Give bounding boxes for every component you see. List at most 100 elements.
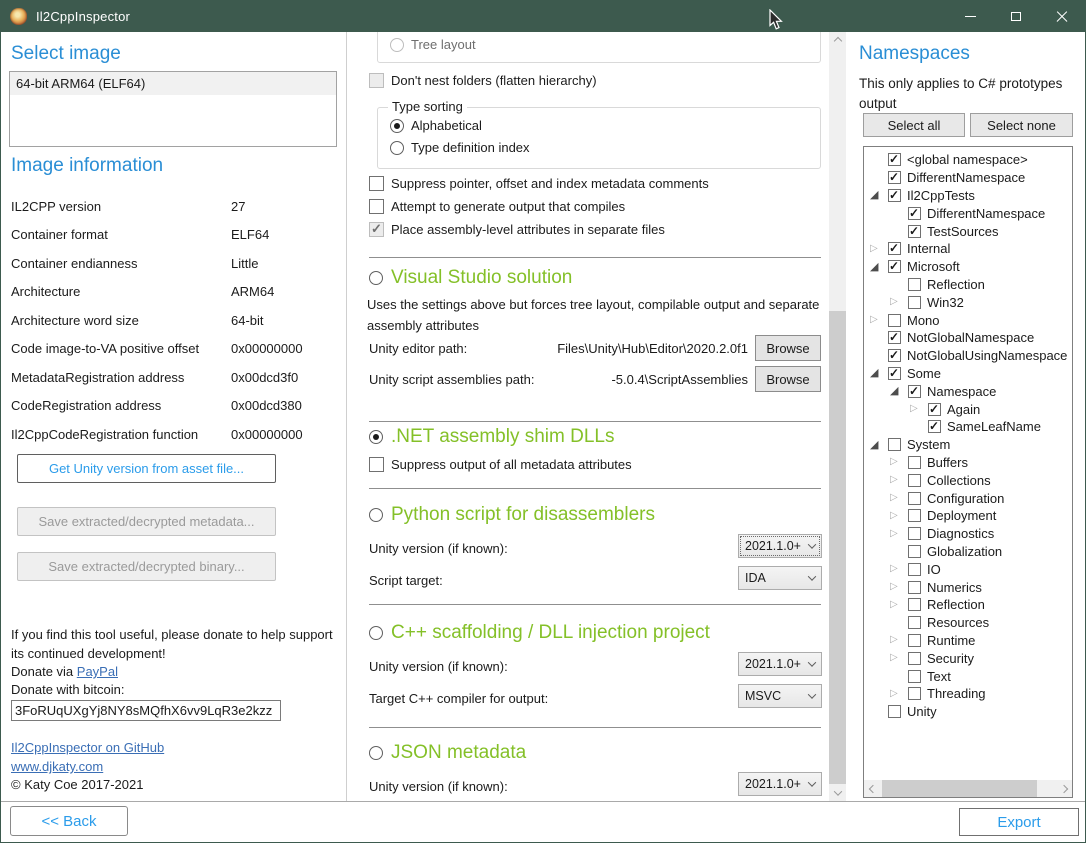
- suppress-comments-option[interactable]: Suppress pointer, offset and index metad…: [369, 176, 709, 191]
- namespace-checkbox[interactable]: [908, 225, 921, 238]
- vs-solution-option[interactable]: Visual Studio solution: [369, 267, 572, 289]
- flatten-checkbox[interactable]: [369, 73, 384, 88]
- cpp-compiler-combobox[interactable]: MSVC: [738, 684, 822, 708]
- separate-attributes-checkbox[interactable]: [369, 222, 384, 237]
- json-metadata-radio[interactable]: [369, 746, 383, 760]
- tree-item[interactable]: ▷Reflection: [864, 596, 1072, 614]
- save-metadata-button[interactable]: Save extracted/decrypted metadata...: [17, 507, 276, 536]
- namespace-checkbox[interactable]: [888, 367, 901, 380]
- image-list-item[interactable]: 64-bit ARM64 (ELF64): [10, 72, 336, 95]
- scroll-down-arrow[interactable]: [829, 784, 846, 801]
- type-def-index-radio[interactable]: [390, 141, 404, 155]
- tree-item[interactable]: TestSources: [864, 222, 1072, 240]
- namespace-checkbox[interactable]: [888, 260, 901, 273]
- tree-item[interactable]: ▷Security: [864, 649, 1072, 667]
- namespace-checkbox[interactable]: [908, 509, 921, 522]
- namespace-checkbox[interactable]: [888, 349, 901, 362]
- tree-item[interactable]: ▷Threading: [864, 685, 1072, 703]
- json-metadata-option[interactable]: JSON metadata: [369, 742, 526, 764]
- tree-item[interactable]: ▷Diagnostics: [864, 525, 1072, 543]
- script-assemblies-path-value[interactable]: -5.0.4\ScriptAssemblies: [559, 372, 755, 387]
- tree-item[interactable]: Globalization: [864, 543, 1072, 561]
- namespace-checkbox[interactable]: [908, 687, 921, 700]
- namespace-checkbox[interactable]: [908, 598, 921, 611]
- json-unity-version-combobox[interactable]: 2021.1.0+: [738, 772, 822, 796]
- python-unity-version-combobox[interactable]: 2021.1.0+: [738, 534, 822, 558]
- tree-item[interactable]: ▷Collections: [864, 471, 1072, 489]
- export-button[interactable]: Export: [959, 808, 1079, 836]
- namespace-checkbox[interactable]: [928, 420, 941, 433]
- namespace-checkbox[interactable]: [888, 153, 901, 166]
- minimize-button[interactable]: [947, 1, 993, 32]
- options-vertical-scrollbar[interactable]: [829, 32, 846, 801]
- namespace-checkbox[interactable]: [908, 385, 921, 398]
- tree-item[interactable]: NotGlobalNamespace: [864, 329, 1072, 347]
- tree-item[interactable]: DifferentNamespace: [864, 204, 1072, 222]
- namespace-checkbox[interactable]: [888, 331, 901, 344]
- namespace-checkbox[interactable]: [908, 492, 921, 505]
- maximize-button[interactable]: [993, 1, 1039, 32]
- namespace-checkbox[interactable]: [888, 314, 901, 327]
- get-unity-version-button[interactable]: Get Unity version from asset file...: [17, 454, 276, 483]
- collapsed-expander-icon[interactable]: ▷: [890, 600, 908, 610]
- namespace-checkbox[interactable]: [908, 296, 921, 309]
- suppress-metadata-checkbox[interactable]: [369, 457, 384, 472]
- python-script-radio[interactable]: [369, 508, 383, 522]
- namespace-checkbox[interactable]: [888, 438, 901, 451]
- tree-item[interactable]: ◢Namespace: [864, 382, 1072, 400]
- expanded-expander-icon[interactable]: ◢: [870, 262, 888, 272]
- select-none-button[interactable]: Select none: [970, 113, 1073, 137]
- tree-item[interactable]: ▷Runtime: [864, 632, 1072, 650]
- tree-item[interactable]: ▷Internal: [864, 240, 1072, 258]
- collapsed-expander-icon[interactable]: ▷: [890, 689, 908, 699]
- vs-solution-radio[interactable]: [369, 271, 383, 285]
- namespace-checkbox[interactable]: [888, 705, 901, 718]
- namespace-checkbox[interactable]: [908, 563, 921, 576]
- namespace-checkbox[interactable]: [908, 545, 921, 558]
- shim-dlls-radio[interactable]: [369, 430, 383, 444]
- collapsed-expander-icon[interactable]: ▷: [890, 511, 908, 521]
- tree-item[interactable]: <global namespace>: [864, 151, 1072, 169]
- unity-editor-path-value[interactable]: Files\Unity\Hub\Editor\2020.2.0f1: [519, 341, 755, 356]
- tree-layout-option[interactable]: Tree layout: [390, 37, 476, 52]
- alphabetical-option[interactable]: Alphabetical: [390, 118, 482, 133]
- alphabetical-radio[interactable]: [390, 119, 404, 133]
- tree-item[interactable]: Resources: [864, 614, 1072, 632]
- tree-item[interactable]: Unity: [864, 703, 1072, 721]
- tree-item[interactable]: ▷Mono: [864, 311, 1072, 329]
- bitcoin-address-input[interactable]: [11, 700, 281, 721]
- tree-item[interactable]: ▷Buffers: [864, 454, 1072, 472]
- compile-output-option[interactable]: Attempt to generate output that compiles: [369, 199, 625, 214]
- namespace-checkbox[interactable]: [908, 616, 921, 629]
- type-def-index-option[interactable]: Type definition index: [390, 140, 530, 155]
- tree-item[interactable]: ▷IO: [864, 560, 1072, 578]
- save-binary-button[interactable]: Save extracted/decrypted binary...: [17, 552, 276, 581]
- tree-item[interactable]: DifferentNamespace: [864, 169, 1072, 187]
- tree-item[interactable]: ◢Some: [864, 365, 1072, 383]
- collapsed-expander-icon[interactable]: ▷: [910, 404, 928, 414]
- scroll-left-arrow[interactable]: [864, 780, 881, 797]
- tree-item[interactable]: ▷Again: [864, 400, 1072, 418]
- scrollbar-thumb[interactable]: [882, 780, 1037, 797]
- collapsed-expander-icon[interactable]: ▷: [890, 564, 908, 574]
- tree-item[interactable]: Reflection: [864, 276, 1072, 294]
- tree-item[interactable]: ▷Deployment: [864, 507, 1072, 525]
- cpp-scaffolding-option[interactable]: C++ scaffolding / DLL injection project: [369, 622, 710, 644]
- paypal-link[interactable]: PayPal: [77, 664, 118, 679]
- back-button[interactable]: << Back: [10, 806, 128, 836]
- namespace-checkbox[interactable]: [908, 207, 921, 220]
- expanded-expander-icon[interactable]: ◢: [890, 386, 908, 396]
- python-script-option[interactable]: Python script for disassemblers: [369, 504, 655, 526]
- script-target-combobox[interactable]: IDA: [738, 566, 822, 590]
- collapsed-expander-icon[interactable]: ▷: [890, 635, 908, 645]
- namespace-checkbox[interactable]: [908, 670, 921, 683]
- compile-output-checkbox[interactable]: [369, 199, 384, 214]
- collapsed-expander-icon[interactable]: ▷: [870, 315, 888, 325]
- scrollbar-thumb[interactable]: [829, 311, 846, 784]
- close-button[interactable]: [1039, 1, 1085, 32]
- browse-editor-path-button[interactable]: Browse: [755, 335, 821, 361]
- tree-item[interactable]: ◢Il2CppTests: [864, 187, 1072, 205]
- tree-item[interactable]: SameLeafName: [864, 418, 1072, 436]
- namespace-checkbox[interactable]: [888, 171, 901, 184]
- website-link[interactable]: www.djkaty.com: [11, 759, 103, 774]
